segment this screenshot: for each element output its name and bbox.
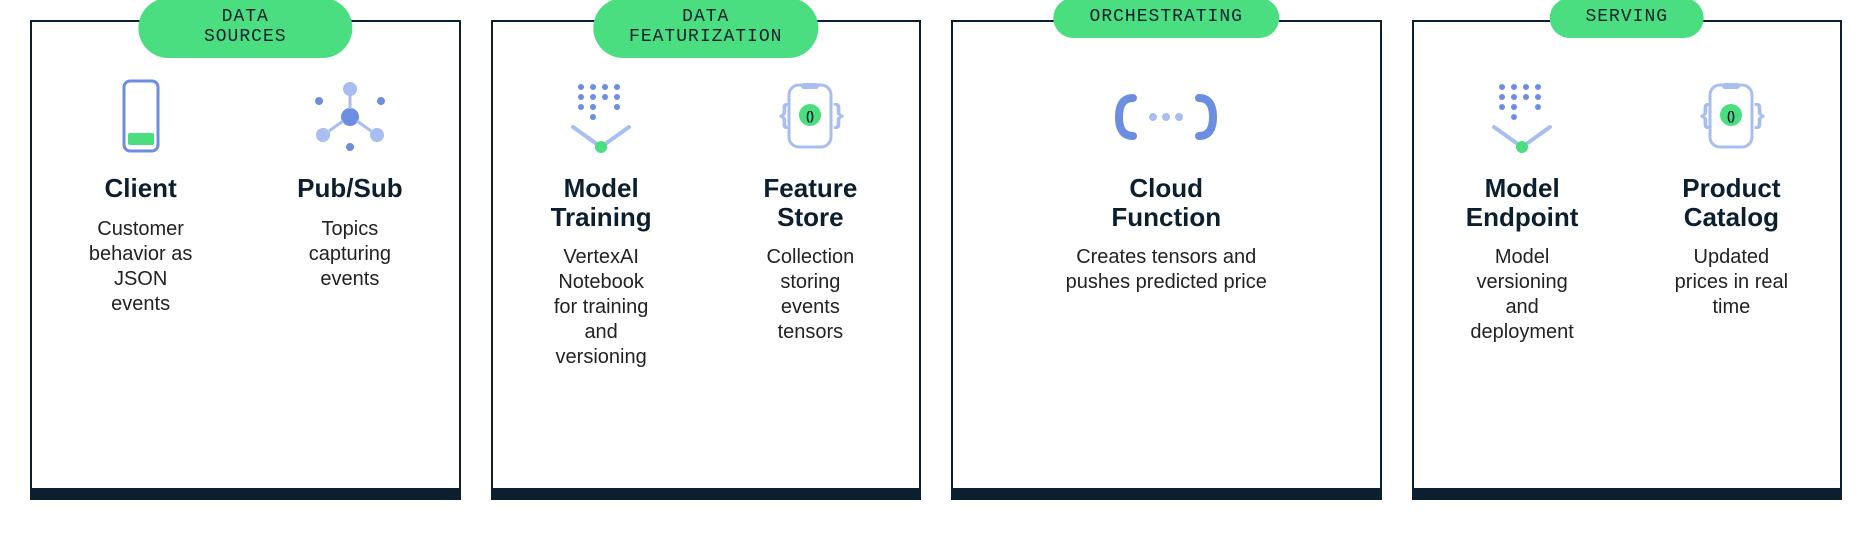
item-title: Pub/Sub <box>297 174 402 203</box>
items-row: Client Customer behavior as JSON events <box>48 72 443 317</box>
item-title: Client <box>105 174 177 203</box>
item-pubsub: Pub/Sub Topics capturing events <box>257 72 442 317</box>
item-title: Cloud Function <box>1111 174 1221 231</box>
item-desc: VertexAI Notebook for training and versi… <box>554 245 649 370</box>
svg-text:}: } <box>833 98 844 129</box>
model-training-icon <box>561 72 641 162</box>
stage-orchestrating: ORCHESTRATING Cloud Function Creates ten… <box>951 20 1382 500</box>
model-endpoint-icon <box>1482 72 1562 162</box>
svg-text:{: { <box>1700 98 1711 129</box>
item-desc: Updated prices in real time <box>1675 245 1788 320</box>
items-row: Model Endpoint Model versioning and depl… <box>1430 72 1825 345</box>
feature-store-icon: { } () <box>765 72 855 162</box>
item-product-catalog: { } () Product Catalog Updated prices in… <box>1639 72 1824 345</box>
stage-pill: DATA FEATURIZATION <box>593 0 818 58</box>
item-model-endpoint: Model Endpoint Model versioning and depl… <box>1430 72 1615 345</box>
stage-pill: ORCHESTRATING <box>1054 0 1279 38</box>
stage-data-featurization: DATA FEATURIZATION Model Training Vertex… <box>491 20 922 500</box>
cloud-function-icon <box>1111 72 1221 162</box>
stage-serving: SERVING Model Endpoint Model versioning … <box>1412 20 1843 500</box>
item-title: Feature Store <box>763 174 857 231</box>
item-feature-store: { } () Feature Store Collection storing … <box>718 72 903 370</box>
item-title: Model Endpoint <box>1466 174 1579 231</box>
svg-text:}: } <box>1754 98 1765 129</box>
product-catalog-icon: { } () <box>1686 72 1776 162</box>
item-desc: Customer behavior as JSON events <box>89 217 192 317</box>
item-title: Model Training <box>551 174 652 231</box>
item-client: Client Customer behavior as JSON events <box>48 72 233 317</box>
item-desc: Model versioning and deployment <box>1470 245 1573 345</box>
stage-pill: DATA SOURCES <box>139 0 352 58</box>
pubsub-icon <box>305 72 395 162</box>
item-title: Product Catalog <box>1682 174 1780 231</box>
items-row: Cloud Function Creates tensors and pushe… <box>969 72 1364 295</box>
item-cloud-function: Cloud Function Creates tensors and pushe… <box>969 72 1364 295</box>
item-model-training: Model Training VertexAI Notebook for tra… <box>509 72 694 370</box>
client-icon <box>116 72 166 162</box>
item-desc: Collection storing events tensors <box>766 245 854 345</box>
svg-text:(): () <box>1727 109 1735 123</box>
svg-text:(): () <box>806 109 814 123</box>
stage-data-sources: DATA SOURCES Client Customer behavior as… <box>30 20 461 500</box>
stage-pill: SERVING <box>1549 0 1704 38</box>
svg-text:{: { <box>779 98 790 129</box>
items-row: Model Training VertexAI Notebook for tra… <box>509 72 904 370</box>
item-desc: Creates tensors and pushes predicted pri… <box>1066 245 1267 295</box>
item-desc: Topics capturing events <box>309 217 391 292</box>
